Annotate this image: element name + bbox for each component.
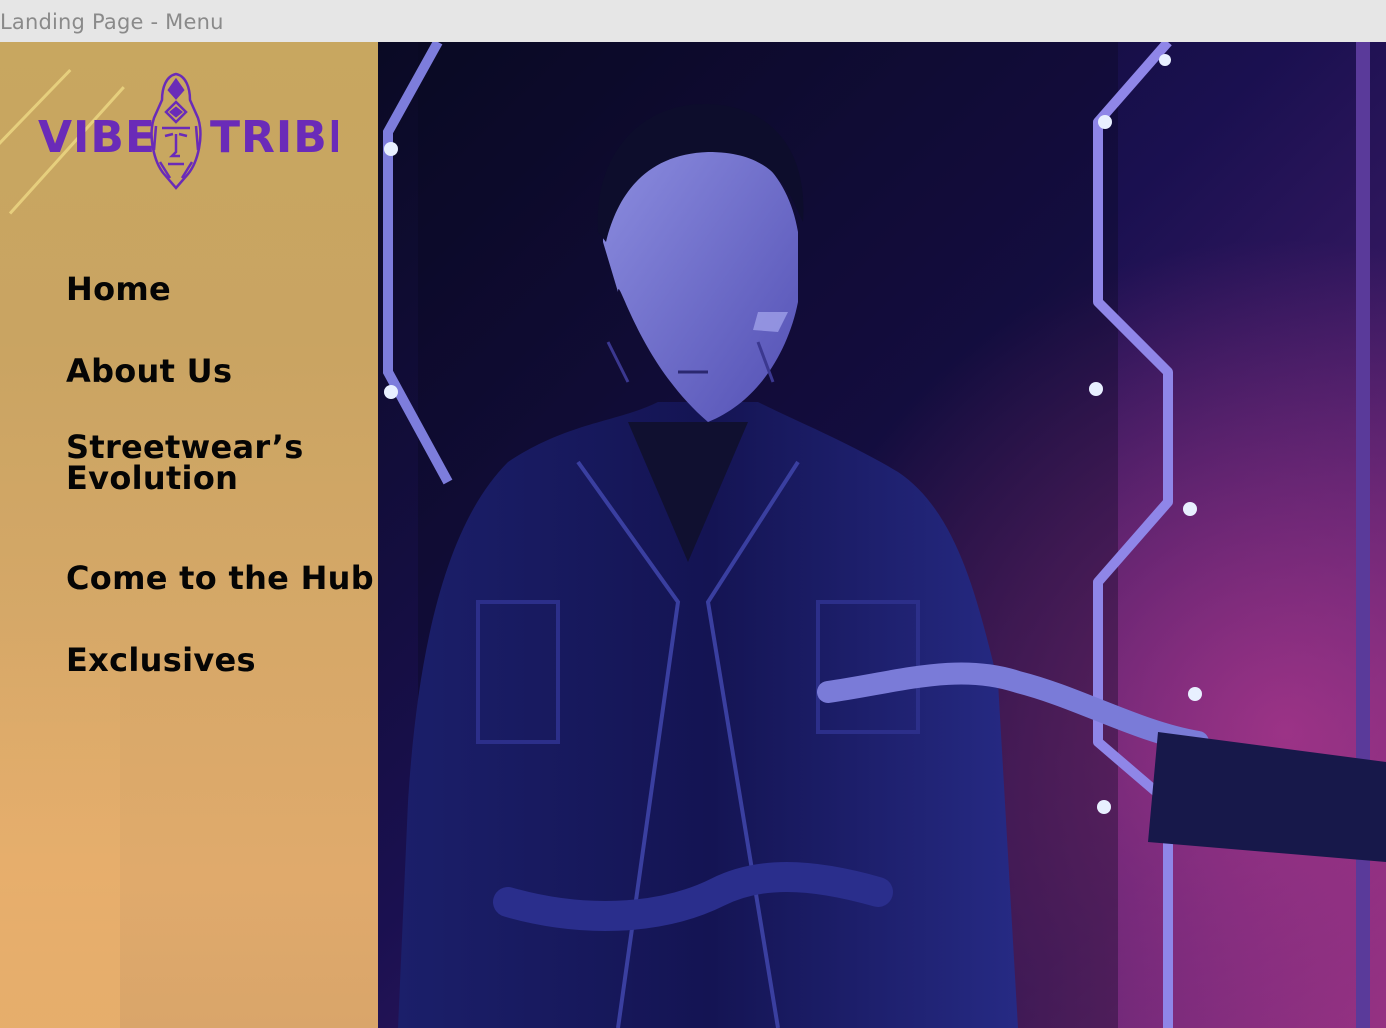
tribal-mask-icon xyxy=(150,72,202,190)
nav-item-come-to-the-hub[interactable]: Come to the Hub xyxy=(66,562,376,594)
brand-left-word: VIBE xyxy=(38,112,156,163)
nav-item-home[interactable]: Home xyxy=(66,273,376,305)
menu-sidebar: VIBE TRIBE Home About Us Streetwear’s Ev… xyxy=(0,42,378,1028)
hero-image xyxy=(378,42,1386,1028)
window-title: Landing Page - Menu xyxy=(0,10,224,34)
brand-logo[interactable]: VIBE TRIBE xyxy=(38,66,358,190)
window-titlebar: Landing Page - Menu xyxy=(0,0,1386,43)
nav-item-about-us[interactable]: About Us xyxy=(66,355,376,387)
brand-right-word: TRIBE xyxy=(210,112,338,163)
nav-item-exclusives[interactable]: Exclusives xyxy=(66,644,376,676)
nav-item-streetwear-evolution[interactable]: Streetwear’s Evolution xyxy=(66,431,376,494)
